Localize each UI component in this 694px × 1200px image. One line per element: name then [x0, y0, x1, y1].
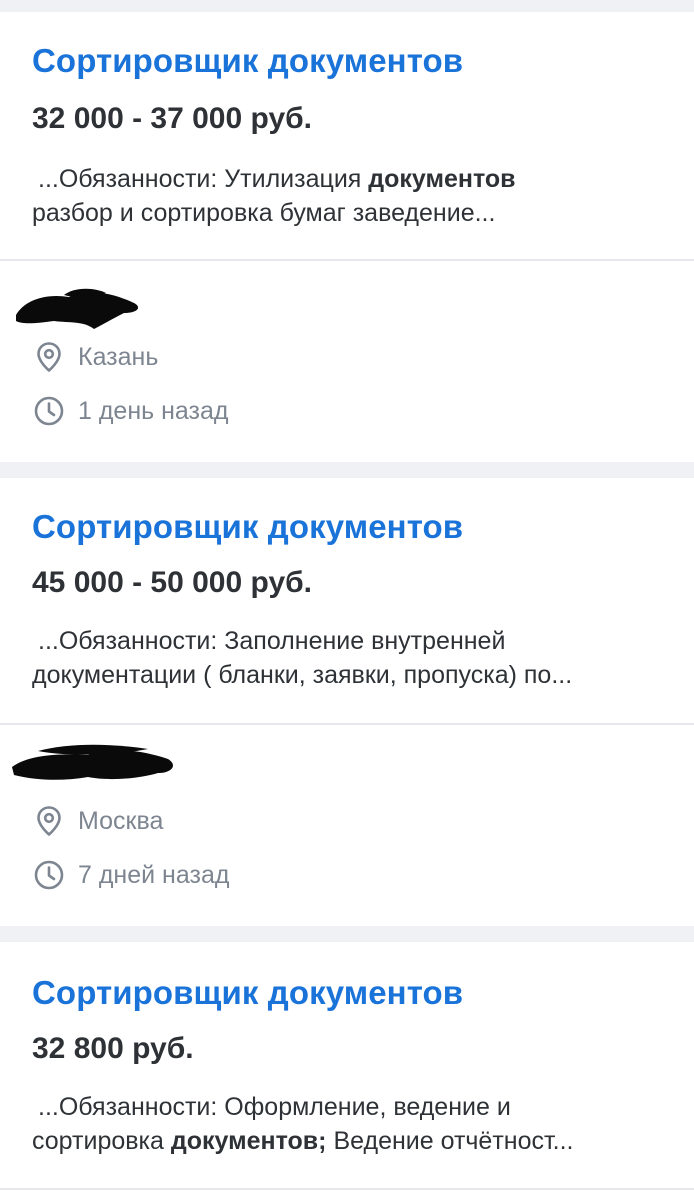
snippet-line: сортировка документов; Ведение отчётност… [32, 1127, 574, 1155]
vacancy-salary: 32 000 - 37 000 руб. [32, 102, 312, 135]
vacancy-posted: 1 день назад [32, 393, 229, 429]
snippet-line: документации ( бланки, заявки, пропуска)… [32, 661, 573, 689]
vacancy-card-meta: Москва 7 дней назад [0, 725, 694, 926]
vacancy-card-main[interactable]: Сортировщик документов 32 800 руб. ...Об… [0, 942, 694, 1190]
vacancy-card[interactable]: Сортировщик документов 45 000 - 50 000 р… [0, 478, 694, 926]
clock-icon [32, 394, 66, 428]
vacancy-posted: 7 дней назад [32, 857, 229, 893]
vacancy-snippet: ...Обязанности: Заполнение внутренней до… [32, 624, 672, 692]
vacancy-card[interactable]: Сортировщик документов 32 800 руб. ...Об… [0, 942, 694, 1200]
vacancy-card[interactable]: Сортировщик документов 32 000 - 37 000 р… [0, 12, 694, 462]
snippet-line: ...Обязанности: Утилизация документов [38, 165, 516, 193]
location-pin-icon [32, 804, 66, 838]
snippet-line: ...Обязанности: Оформление, ведение и [38, 1093, 511, 1121]
vacancy-snippet: ...Обязанности: Оформление, ведение и со… [32, 1090, 672, 1158]
vacancy-location: Казань [32, 339, 158, 375]
vacancy-title-link[interactable]: Сортировщик документов [32, 974, 463, 1012]
vacancy-feed: Сортировщик документов 32 000 - 37 000 р… [0, 0, 694, 1200]
vacancy-salary: 32 800 руб. [32, 1032, 194, 1065]
snippet-line: разбор и сортировка бумаг заведение... [32, 199, 496, 227]
clock-icon [32, 858, 66, 892]
vacancy-snippet: ...Обязанности: Утилизация документов ра… [32, 162, 672, 230]
vacancy-title-link[interactable]: Сортировщик документов [32, 508, 463, 546]
snippet-line: ...Обязанности: Заполнение внутренней [38, 627, 506, 655]
vacancy-salary: 45 000 - 50 000 руб. [32, 566, 312, 599]
vacancy-card-main[interactable]: Сортировщик документов 45 000 - 50 000 р… [0, 478, 694, 725]
vacancy-card-meta: Казань 1 день назад [0, 261, 694, 462]
vacancy-posted-time: 7 дней назад [78, 860, 230, 889]
location-pin-icon [32, 340, 66, 374]
vacancy-location: Москва [32, 803, 163, 839]
vacancy-posted-time: 1 день назад [78, 396, 229, 425]
vacancy-city: Казань [78, 342, 159, 371]
vacancy-card-main[interactable]: Сортировщик документов 32 000 - 37 000 р… [0, 12, 694, 261]
vacancy-title-link[interactable]: Сортировщик документов [32, 42, 463, 80]
redacted-company-name [16, 288, 139, 329]
redacted-company-name [12, 744, 173, 780]
vacancy-city: Москва [78, 806, 164, 835]
